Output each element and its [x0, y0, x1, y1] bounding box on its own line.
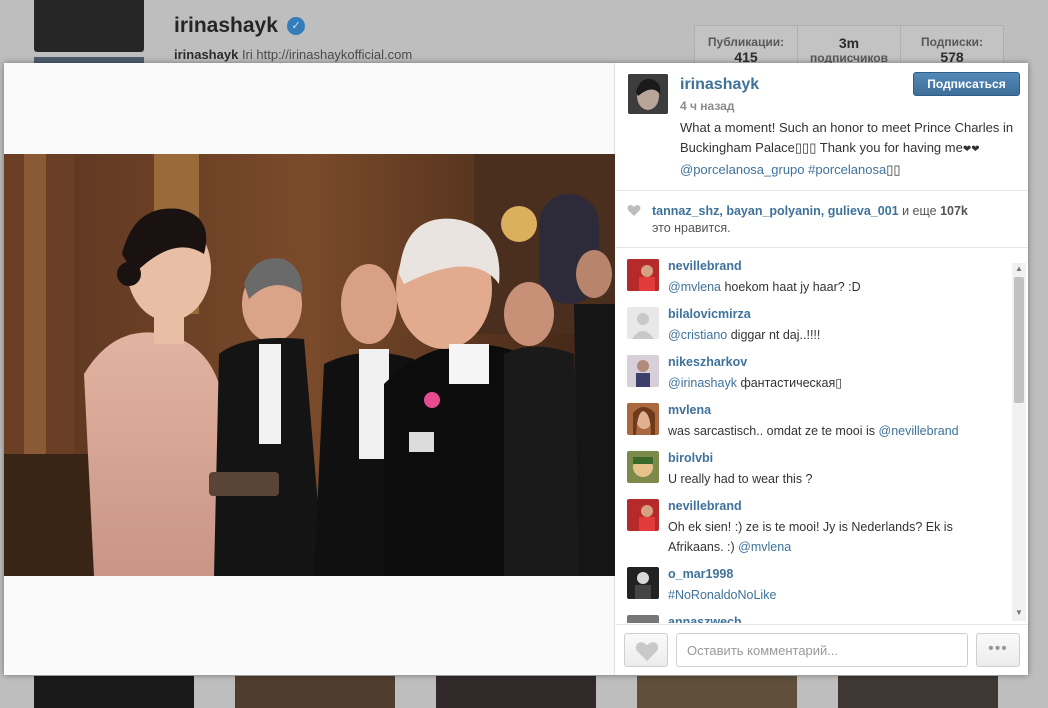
like-button[interactable] [624, 633, 668, 667]
author-avatar[interactable] [628, 74, 668, 114]
more-options-button[interactable]: ••• [976, 633, 1020, 667]
post-sidebar: irinashayk 4 ч назад What a moment! Such… [616, 63, 1028, 675]
commenter-avatar-image [627, 567, 659, 599]
commenter-avatar[interactable] [627, 259, 659, 291]
comment-text: @cristiano diggar nt daj..!!!! [668, 325, 998, 345]
comment-body: фантастическая▯ [736, 376, 843, 390]
follow-button[interactable]: Подписаться [913, 72, 1020, 96]
comment-username[interactable]: nevillebrand [668, 259, 742, 273]
scroll-up-arrow-icon[interactable]: ▲ [1015, 264, 1023, 273]
caption-hashtag-link[interactable]: #porcelanosa [808, 162, 886, 177]
comment-username[interactable]: nikeszharkov [668, 355, 747, 369]
comment-body: U really had to wear this ? [668, 472, 813, 486]
heart-icon [635, 642, 659, 661]
comment-text: @mvlena hoekom haat jy haar? :D [668, 277, 998, 297]
comment-mention-link[interactable]: @mvlena [668, 280, 721, 294]
comments-list[interactable]: nevillebrand @mvlena hoekom haat jy haar… [616, 249, 1028, 623]
comment-hashtag-link[interactable]: #NoRonaldoNoLike [668, 588, 776, 602]
comment-mention-link[interactable]: @cristiano [668, 328, 727, 342]
comment-mention-link[interactable]: @mvlena [738, 540, 791, 554]
commenter-avatar[interactable] [627, 499, 659, 531]
comment-body: diggar nt daj..!!!! [727, 328, 821, 342]
comment-mention-link[interactable]: @irinashayk [668, 376, 737, 390]
comment-text: @irinashayk фантастическая▯ [668, 373, 998, 393]
comment-mention-link[interactable]: @nevillebrand [879, 424, 959, 438]
likes-summary: tannaz_shz, bayan_polyanin, gulieva_001 … [652, 203, 1022, 237]
comment-username[interactable]: annaszwech [668, 615, 742, 623]
comment-username[interactable]: mvlena [668, 403, 711, 417]
comments-scrollbar-thumb[interactable] [1014, 277, 1024, 403]
commenter-avatar-image [627, 451, 659, 483]
commenter-avatar-image [627, 403, 659, 435]
commenter-avatar[interactable] [627, 307, 659, 339]
commenter-avatar[interactable] [627, 355, 659, 387]
commenter-avatar[interactable] [627, 403, 659, 435]
heart-icon [627, 205, 641, 216]
caption-hearts: ❤❤ [962, 144, 980, 155]
author-avatar-image [628, 74, 668, 114]
comment-input[interactable] [676, 633, 968, 667]
commenter-avatar[interactable] [627, 451, 659, 483]
default-avatar-icon [627, 307, 659, 339]
scroll-down-arrow-icon[interactable]: ▼ [1015, 608, 1023, 617]
caption-emoji: ▯▯ [886, 162, 901, 177]
comment-body: was sarcastisch.. omdat ze te mooi is [668, 424, 879, 438]
commenter-avatar[interactable] [627, 615, 659, 623]
caption-text: Thank you for having me [816, 140, 963, 155]
comment-username[interactable]: birolvbi [668, 451, 713, 465]
comment-body: hoekom haat jy haar? :D [721, 280, 861, 294]
comment-text: U really had to wear this ? [668, 469, 998, 489]
photo-area [4, 63, 615, 675]
author-username[interactable]: irinashayk [680, 76, 759, 94]
comment-username[interactable]: nevillebrand [668, 499, 742, 513]
post-caption: What a moment! Such an honor to meet Pri… [680, 118, 1020, 180]
comment-text: was sarcastisch.. omdat ze te mooi is @n… [668, 421, 998, 441]
likes-connector: и еще [898, 204, 941, 218]
caption-mention-link[interactable]: @porcelanosa_grupo [680, 162, 805, 177]
comment-text: #NoRonaldoNoLike [668, 585, 998, 605]
post-photo[interactable] [4, 154, 615, 576]
commenter-avatar-image [627, 259, 659, 291]
comment-text: Oh ek sien! :) ze is te mooi! Jy is Nede… [668, 517, 998, 557]
likes-users[interactable]: tannaz_shz, bayan_polyanin, gulieva_001 [652, 204, 899, 218]
likes-suffix: это нравится. [652, 221, 731, 235]
comment-body: Oh ek sien! :) ze is te mooi! Jy is Nede… [668, 520, 953, 554]
post-modal: irinashayk 4 ч назад What a moment! Such… [4, 63, 1028, 675]
commenter-avatar[interactable] [627, 567, 659, 599]
commenter-avatar-image [627, 499, 659, 531]
comment-username[interactable]: bilalovicmirza [668, 307, 751, 321]
post-photo-image [4, 154, 615, 576]
post-timestamp[interactable]: 4 ч назад [680, 99, 734, 113]
commenter-avatar-image [627, 355, 659, 387]
caption-emoji: ▯▯▯ [794, 140, 817, 155]
likes-count[interactable]: 107k [940, 204, 968, 218]
comment-username[interactable]: o_mar1998 [668, 567, 733, 581]
